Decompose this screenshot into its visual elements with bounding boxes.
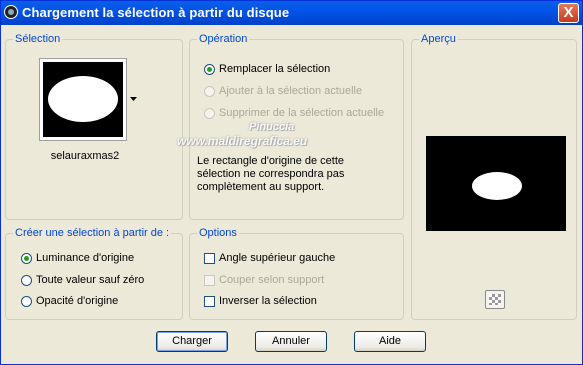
radio-non-zero-indicator[interactable]	[21, 274, 32, 286]
title-bar[interactable]: Chargement la sélection à partir du disq…	[1, 1, 582, 25]
dialog-window: Chargement la sélection à partir du disq…	[0, 0, 583, 365]
checkbox-crop-label: Couper selon support	[219, 274, 325, 286]
watermark-name: Pinuccia	[249, 121, 295, 133]
close-icon: X	[563, 4, 574, 21]
selection-thumbnail[interactable]	[39, 58, 127, 141]
radio-any-non-zero[interactable]: Toute valeur sauf zéro	[21, 274, 144, 286]
checkbox-crop-to-canvas[interactable]: Couper selon support	[204, 274, 324, 286]
checkbox-upper-left-corner[interactable]: Angle supérieur gauche	[204, 252, 335, 264]
radio-luminance-label: Luminance d'origine	[36, 252, 135, 264]
cancel-button[interactable]: Annuler	[255, 331, 327, 352]
options-group-title: Options	[197, 227, 239, 239]
watermark-url: www.maldiregrafica.eu	[177, 134, 308, 148]
radio-replace-selection[interactable]: Remplacer la sélection	[204, 63, 330, 75]
operation-message: Le rectangle d'origine de cette sélectio…	[197, 155, 345, 193]
radio-source-opacity[interactable]: Opacité d'origine	[21, 295, 118, 307]
load-button[interactable]: Charger	[156, 331, 228, 352]
radio-add-selection[interactable]: Ajouter à la sélection actuelle	[204, 85, 362, 97]
radio-non-zero-label: Toute valeur sauf zéro	[36, 274, 145, 286]
dropdown-arrow-icon[interactable]	[130, 97, 137, 101]
radio-subtract-indicator[interactable]	[204, 107, 215, 119]
preview-group: Aperçu	[411, 33, 577, 320]
operation-group: Opération Remplacer la sélection Ajouter…	[189, 33, 404, 220]
selection-file-name: selauraxmas2	[50, 150, 120, 162]
checkbox-crop-box[interactable]	[204, 274, 215, 286]
transparency-toggle-icon[interactable]	[485, 290, 505, 309]
radio-opacity-label: Opacité d'origine	[36, 295, 119, 307]
radio-add-indicator[interactable]	[204, 85, 215, 97]
window-title: Chargement la sélection à partir du disq…	[22, 5, 290, 20]
radio-replace-label: Remplacer la sélection	[219, 63, 331, 75]
radio-add-label: Ajouter à la sélection actuelle	[219, 85, 363, 97]
radio-source-luminance[interactable]: Luminance d'origine	[21, 252, 134, 264]
close-button[interactable]: X	[558, 3, 579, 23]
checkbox-invert-box[interactable]	[204, 295, 215, 307]
create-from-group-title: Créer une sélection à partir de :	[13, 227, 172, 239]
checkbox-upper-left-label: Angle supérieur gauche	[219, 252, 336, 264]
checkbox-invert-selection[interactable]: Inverser la sélection	[204, 295, 317, 307]
preview-image	[426, 136, 566, 231]
radio-opacity-indicator[interactable]	[21, 295, 32, 307]
operation-group-title: Opération	[197, 33, 250, 45]
checkbox-invert-label: Inverser la sélection	[219, 295, 317, 307]
radio-luminance-indicator[interactable]	[21, 252, 32, 264]
help-button[interactable]: Aide	[354, 331, 426, 352]
options-group: Options Angle supérieur gauche Couper se…	[189, 227, 404, 320]
radio-subtract-label: Supprimer de la sélection actuelle	[219, 107, 385, 119]
checkbox-upper-left-box[interactable]	[204, 252, 215, 264]
selection-group-title: Sélection	[13, 33, 63, 45]
radio-subtract-selection[interactable]: Supprimer de la sélection actuelle	[204, 107, 384, 119]
preview-group-title: Aperçu	[419, 33, 458, 45]
radio-replace-indicator[interactable]	[204, 63, 215, 75]
create-from-group: Créer une sélection à partir de : Lumina…	[5, 227, 183, 320]
app-icon	[4, 5, 18, 19]
selection-group: Sélection selauraxmas2	[5, 33, 183, 220]
